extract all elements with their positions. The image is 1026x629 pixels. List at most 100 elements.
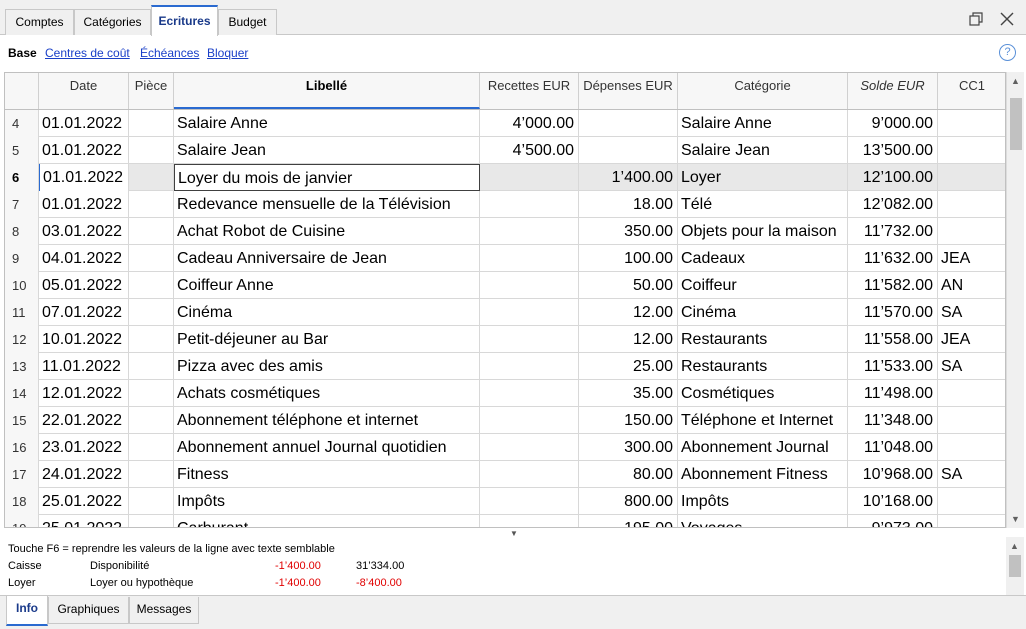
cell-recettes[interactable] — [480, 515, 579, 527]
column-header-depenses[interactable]: Dépenses EUR — [579, 73, 678, 109]
cell-piece[interactable] — [129, 380, 174, 407]
cell-depenses[interactable] — [579, 137, 678, 164]
cell-solde[interactable]: 11’732.00 — [848, 218, 938, 245]
cell-libelle[interactable]: Salaire Anne — [174, 110, 480, 137]
cell-recettes[interactable]: 4’500.00 — [480, 137, 579, 164]
cell-cc1[interactable]: JEA — [938, 326, 1005, 353]
cell-piece[interactable] — [129, 272, 174, 299]
cell-categorie[interactable]: Restaurants — [678, 326, 848, 353]
cell-date[interactable]: 24.01.2022 — [39, 461, 129, 488]
cell-date[interactable]: 12.01.2022 — [39, 380, 129, 407]
cell-solde[interactable]: 11’558.00 — [848, 326, 938, 353]
cell-solde[interactable]: 11’048.00 — [848, 434, 938, 461]
cell-piece[interactable] — [129, 299, 174, 326]
table-row[interactable]: 8 03.01.2022 Achat Robot de Cuisine 350.00 O… — [5, 218, 1005, 245]
cell-recettes[interactable] — [480, 488, 579, 515]
cell-libelle[interactable]: Loyer du mois de janvier — [174, 164, 480, 191]
cell-recettes[interactable] — [480, 191, 579, 218]
cell-date[interactable]: 01.01.2022 — [39, 164, 129, 191]
cell-cc1[interactable] — [938, 434, 1005, 461]
table-row[interactable]: 13 11.01.2022 Pizza avec des amis 25.00 Rest… — [5, 353, 1005, 380]
cell-libelle[interactable]: Fitness — [174, 461, 480, 488]
cell-cc1[interactable]: JEA — [938, 245, 1005, 272]
cell-piece[interactable] — [129, 353, 174, 380]
cell-piece[interactable] — [129, 461, 174, 488]
column-header-solde[interactable]: Solde EUR — [848, 73, 938, 109]
cell-recettes[interactable] — [480, 299, 579, 326]
cell-solde[interactable]: 10’968.00 — [848, 461, 938, 488]
view-base[interactable]: Base — [8, 46, 37, 60]
info-scrollbar[interactable]: ▲ — [1006, 537, 1024, 595]
cell-cc1[interactable] — [938, 407, 1005, 434]
table-row[interactable]: 17 24.01.2022 Fitness 80.00 Abonnement Fitne… — [5, 461, 1005, 488]
info-scroll-up-icon[interactable]: ▲ — [1010, 541, 1019, 551]
cell-libelle[interactable]: Achats cosmétiques — [174, 380, 480, 407]
column-header-date[interactable]: Date — [39, 73, 129, 109]
cell-depenses[interactable]: 150.00 — [579, 407, 678, 434]
cell-recettes[interactable] — [480, 326, 579, 353]
tab-info[interactable]: Info — [6, 596, 48, 626]
cell-cc1[interactable]: SA — [938, 299, 1005, 326]
cell-cc1[interactable]: SA — [938, 353, 1005, 380]
cell-piece[interactable] — [129, 245, 174, 272]
table-row[interactable]: 14 12.01.2022 Achats cosmétiques 35.00 Cosmé… — [5, 380, 1005, 407]
table-row[interactable]: 10 05.01.2022 Coiffeur Anne 50.00 Coiffeur 11… — [5, 272, 1005, 299]
table-row[interactable]: 15 22.01.2022 Abonnement téléphone et inte… — [5, 407, 1005, 434]
cell-solde[interactable]: 11’582.00 — [848, 272, 938, 299]
tab-ecritures[interactable]: Ecritures — [151, 5, 218, 36]
cell-solde[interactable]: 12’100.00 — [848, 164, 938, 191]
cell-depenses[interactable]: 300.00 — [579, 434, 678, 461]
column-header-recettes[interactable]: Recettes EUR — [480, 73, 579, 109]
cell-recettes[interactable] — [480, 164, 579, 191]
table-row[interactable]: 11 07.01.2022 Cinéma 12.00 Cinéma 11’570.00 SA — [5, 299, 1005, 326]
cell-cc1[interactable] — [938, 191, 1005, 218]
cell-solde[interactable]: 11’632.00 — [848, 245, 938, 272]
cell-categorie[interactable]: Téléphone et Internet — [678, 407, 848, 434]
help-icon[interactable]: ? — [999, 44, 1016, 61]
cell-date[interactable]: 05.01.2022 — [39, 272, 129, 299]
cell-solde[interactable]: 11’533.00 — [848, 353, 938, 380]
cell-recettes[interactable]: 4’000.00 — [480, 110, 579, 137]
cell-solde[interactable]: 11’570.00 — [848, 299, 938, 326]
scroll-up-arrow-icon[interactable]: ▲ — [1011, 76, 1020, 86]
view-centres-de-cout[interactable]: Centres de coût — [45, 46, 130, 60]
cell-depenses[interactable]: 35.00 — [579, 380, 678, 407]
scrollbar-thumb[interactable] — [1010, 98, 1022, 150]
cell-depenses[interactable]: 350.00 — [579, 218, 678, 245]
cell-cc1[interactable] — [938, 137, 1005, 164]
cell-categorie[interactable]: Loyer — [678, 164, 848, 191]
cell-depenses[interactable]: 25.00 — [579, 353, 678, 380]
table-row[interactable]: 7 01.01.2022 Redevance mensuelle de la Tél… — [5, 191, 1005, 218]
cell-piece[interactable] — [129, 218, 174, 245]
cell-libelle[interactable]: Carburant — [174, 515, 480, 527]
info-scrollbar-thumb[interactable] — [1009, 555, 1021, 577]
cell-recettes[interactable] — [480, 380, 579, 407]
cell-cc1[interactable] — [938, 488, 1005, 515]
cell-solde[interactable]: 9’973.00 — [848, 515, 938, 527]
cell-libelle[interactable]: Cinéma — [174, 299, 480, 326]
cell-depenses[interactable]: 100.00 — [579, 245, 678, 272]
cell-solde[interactable]: 13’500.00 — [848, 137, 938, 164]
table-row[interactable]: 12 10.01.2022 Petit-déjeuner au Bar 12.00 Re… — [5, 326, 1005, 353]
cell-piece[interactable] — [129, 515, 174, 527]
cell-categorie[interactable]: Cosmétiques — [678, 380, 848, 407]
close-icon[interactable] — [998, 10, 1016, 28]
cell-depenses[interactable]: 12.00 — [579, 299, 678, 326]
cell-date[interactable]: 07.01.2022 — [39, 299, 129, 326]
table-row[interactable]: 6 01.01.2022 Loyer du mois de janvier 1’400… — [5, 164, 1005, 191]
cell-recettes[interactable] — [480, 353, 579, 380]
column-header-libelle[interactable]: Libellé — [174, 73, 480, 109]
cell-solde[interactable]: 11’348.00 — [848, 407, 938, 434]
cell-cc1[interactable]: AN — [938, 272, 1005, 299]
cell-libelle[interactable]: Petit-déjeuner au Bar — [174, 326, 480, 353]
view-bloquer[interactable]: Bloquer — [207, 46, 248, 60]
cell-libelle[interactable]: Salaire Jean — [174, 137, 480, 164]
cell-solde[interactable]: 12’082.00 — [848, 191, 938, 218]
cell-categorie[interactable]: Salaire Jean — [678, 137, 848, 164]
cell-date[interactable]: 23.01.2022 — [39, 434, 129, 461]
cell-libelle[interactable]: Coiffeur Anne — [174, 272, 480, 299]
cell-date[interactable]: 03.01.2022 — [39, 218, 129, 245]
cell-date[interactable]: 11.01.2022 — [39, 353, 129, 380]
column-header-categorie[interactable]: Catégorie — [678, 73, 848, 109]
cell-date[interactable]: 25.01.2022 — [39, 515, 129, 527]
